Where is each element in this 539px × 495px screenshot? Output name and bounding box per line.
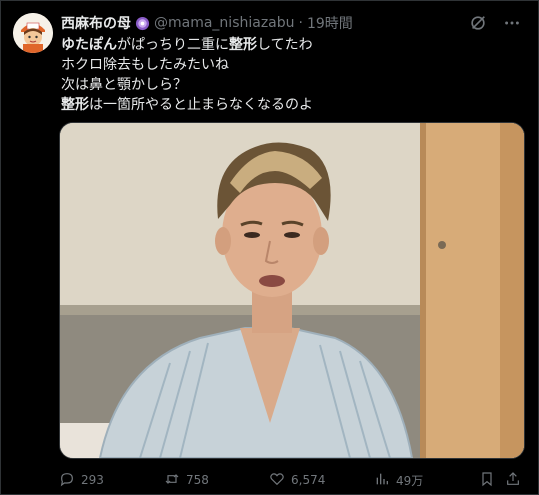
post-text-span: がぱっちり二重に — [117, 37, 229, 53]
views-button[interactable]: 49万 — [374, 471, 479, 490]
post-card[interactable]: 西麻布の母 @mama_nishiazabu · 19時間 ゆたぽんがぱっちり二… — [0, 0, 539, 495]
repost-button[interactable]: 758 — [164, 471, 269, 490]
author-handle[interactable]: @mama_nishiazabu — [154, 15, 295, 31]
post-text-span: は一箇所やると止まらなくなるのよ — [89, 97, 313, 113]
bookmark-button[interactable] — [479, 471, 505, 490]
separator: · — [298, 15, 303, 31]
post-line-1: ゆたぽんがぱっちり二重に整形してたわ — [61, 35, 521, 55]
reply-count: 293 — [81, 473, 104, 487]
post-text-bold: ゆたぽん — [61, 37, 117, 53]
post-top-actions — [468, 13, 522, 33]
like-icon — [269, 471, 285, 490]
author-name[interactable]: 西麻布の母 — [61, 13, 131, 33]
grok-icon[interactable] — [468, 13, 488, 33]
post-time[interactable]: 19時間 — [307, 13, 353, 33]
post-video[interactable] — [59, 122, 525, 459]
more-icon[interactable] — [502, 13, 522, 33]
like-count: 6,574 — [291, 473, 326, 487]
avatar[interactable] — [13, 13, 53, 53]
post-line-4: 整形は一箇所やると止まらなくなるのよ — [61, 95, 521, 115]
share-icon — [505, 471, 521, 490]
bookmark-icon — [479, 471, 495, 490]
post-header: 西麻布の母 @mama_nishiazabu · 19時間 — [61, 13, 353, 33]
post-line-3: 次は鼻と顎かしら？ — [61, 77, 187, 93]
reply-button[interactable]: 293 — [59, 471, 164, 490]
repost-icon — [164, 471, 180, 490]
post-line-2: ホクロ除去もしたみたいね — [61, 57, 229, 73]
views-icon — [374, 471, 390, 490]
post-actions: 293 758 6,574 49万 — [59, 469, 525, 491]
share-button[interactable] — [505, 471, 525, 490]
badge-icon — [135, 16, 150, 31]
post-text-bold: 整形 — [229, 37, 257, 53]
post-text-bold: 整形 — [61, 97, 89, 113]
post-text-span: してたわ — [257, 37, 313, 53]
views-count: 49万 — [396, 473, 424, 488]
repost-count: 758 — [186, 473, 209, 487]
like-button[interactable]: 6,574 — [269, 471, 374, 490]
post-text: ゆたぽんがぱっちり二重に整形してたわ ホクロ除去もしたみたいね 次は鼻と顎かしら… — [61, 35, 521, 115]
reply-icon — [59, 471, 75, 490]
